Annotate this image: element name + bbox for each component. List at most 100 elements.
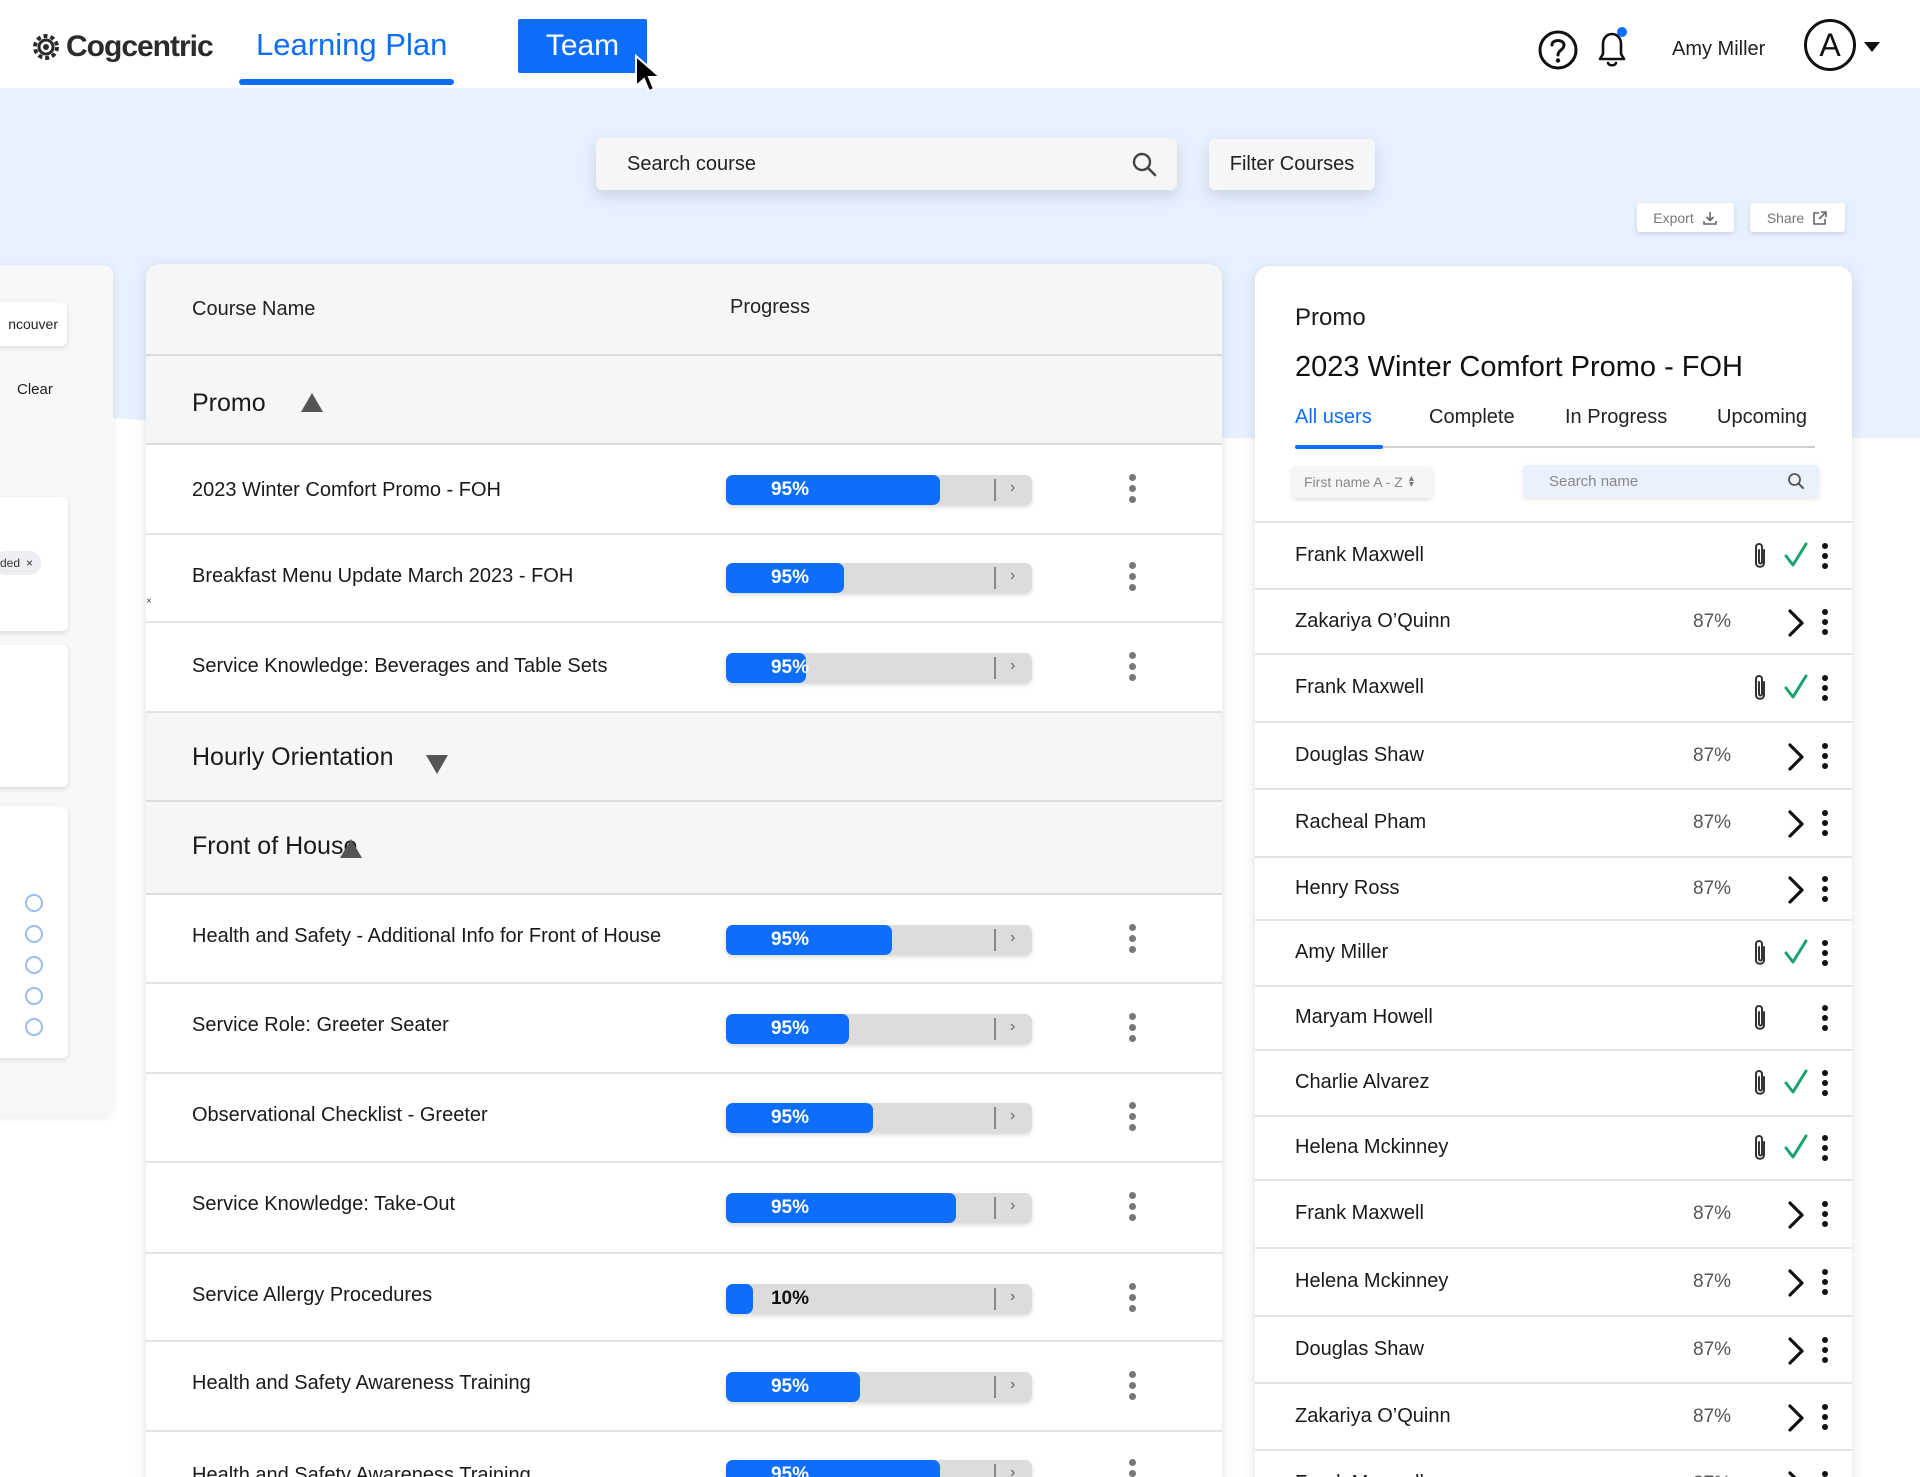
chevron-right-icon[interactable]: ›: [1010, 567, 1015, 585]
more-options-icon[interactable]: [1821, 1135, 1829, 1161]
radio-option[interactable]: [25, 956, 43, 974]
tab-upcoming[interactable]: Upcoming: [1717, 406, 1807, 429]
radio-option[interactable]: [25, 894, 43, 912]
collapse-triangle-icon[interactable]: [301, 393, 323, 412]
more-options-icon[interactable]: [1821, 1471, 1829, 1477]
user-name[interactable]: Douglas Shaw: [1295, 744, 1424, 767]
sort-select[interactable]: First name A - Z ▴ ▾: [1292, 466, 1433, 498]
list-item[interactable]: Douglas Shaw 87%: [1255, 1315, 1852, 1382]
paperclip-icon[interactable]: [1750, 541, 1770, 571]
user-name[interactable]: Charlie Alvarez: [1295, 1071, 1430, 1094]
user-name[interactable]: Helena Mckinney: [1295, 1270, 1448, 1293]
more-options-icon[interactable]: [1126, 562, 1138, 591]
table-row[interactable]: Service Role: Greeter Seater 95% ›: [146, 984, 1222, 1074]
user-name[interactable]: Zakariya O’Quinn: [1295, 610, 1451, 633]
more-options-icon[interactable]: [1821, 1269, 1829, 1295]
chevron-right-icon[interactable]: ›: [1010, 1197, 1015, 1215]
column-header-progress[interactable]: Progress: [730, 296, 810, 319]
chevron-right-icon[interactable]: ›: [1010, 657, 1015, 675]
close-icon[interactable]: ×: [146, 596, 152, 607]
course-name[interactable]: Service Knowledge: Take-Out: [192, 1193, 455, 1216]
list-item[interactable]: Zakariya O’Quinn 87%: [1255, 588, 1852, 653]
chevron-right-icon[interactable]: [1786, 809, 1806, 839]
tab-all-users[interactable]: All users: [1295, 406, 1372, 429]
course-group-header[interactable]: Hourly Orientation: [146, 713, 1222, 802]
name-search-input[interactable]: [1523, 465, 1819, 497]
more-options-icon[interactable]: [1821, 1337, 1829, 1363]
more-options-icon[interactable]: [1821, 940, 1829, 966]
progress-bar[interactable]: 95% ›: [726, 1103, 1032, 1133]
list-item[interactable]: Helena Mckinney 87%: [1255, 1247, 1852, 1315]
progress-bar[interactable]: 95% ›: [726, 1014, 1032, 1044]
more-options-icon[interactable]: [1126, 1283, 1138, 1312]
more-options-icon[interactable]: [1126, 1102, 1138, 1131]
list-item[interactable]: Amy Miller: [1255, 919, 1852, 985]
expand-triangle-icon[interactable]: [426, 755, 448, 774]
table-row[interactable]: Health and Safety Awareness Training 95% ›: [146, 1432, 1222, 1477]
course-name[interactable]: Service Role: Greeter Seater: [192, 1014, 449, 1037]
more-options-icon[interactable]: [1126, 652, 1138, 681]
list-item[interactable]: Frank Maxwell: [1255, 521, 1852, 588]
user-name[interactable]: Maryam Howell: [1295, 1006, 1433, 1029]
more-options-icon[interactable]: [1821, 675, 1829, 701]
more-options-icon[interactable]: [1821, 743, 1829, 769]
chevron-right-icon[interactable]: [1786, 1336, 1806, 1366]
location-chip[interactable]: ncouver: [0, 302, 67, 346]
list-item[interactable]: Frank Maxwell: [1255, 653, 1852, 721]
chevron-right-icon[interactable]: ›: [1010, 1376, 1015, 1394]
search-icon[interactable]: [1131, 151, 1157, 177]
more-options-icon[interactable]: [1821, 1201, 1829, 1227]
more-options-icon[interactable]: [1126, 1371, 1138, 1400]
chevron-right-icon[interactable]: ›: [1010, 1107, 1015, 1125]
chevron-right-icon[interactable]: [1786, 875, 1806, 905]
avatar[interactable]: A: [1804, 19, 1856, 71]
more-options-icon[interactable]: [1821, 609, 1829, 635]
export-button[interactable]: Export: [1637, 203, 1734, 232]
filter-tag[interactable]: ded ×: [0, 551, 42, 575]
list-item[interactable]: Zakariya O’Quinn 87%: [1255, 1382, 1852, 1449]
paperclip-icon[interactable]: [1750, 1133, 1770, 1163]
user-name[interactable]: Helena Mckinney: [1295, 1136, 1448, 1159]
table-row[interactable]: Service Allergy Procedures 10% ›: [146, 1254, 1222, 1342]
course-name[interactable]: Breakfast Menu Update March 2023 - FOH: [192, 565, 573, 588]
search-input[interactable]: [596, 138, 1177, 190]
table-row[interactable]: Breakfast Menu Update March 2023 - FOH 95…: [146, 535, 1222, 623]
chevron-right-icon[interactable]: [1786, 608, 1806, 638]
progress-bar[interactable]: 95% ›: [726, 653, 1032, 683]
paperclip-icon[interactable]: [1750, 1068, 1770, 1098]
course-name[interactable]: Observational Checklist - Greeter: [192, 1104, 488, 1127]
table-row[interactable]: Service Knowledge: Beverages and Table S…: [146, 623, 1222, 713]
tab-in-progress[interactable]: In Progress: [1565, 406, 1667, 429]
user-name[interactable]: Racheal Pham: [1295, 811, 1426, 834]
user-name[interactable]: Zakariya O’Quinn: [1295, 1405, 1451, 1428]
course-name[interactable]: Health and Safety - Additional Info for …: [192, 925, 661, 948]
chevron-right-icon[interactable]: ›: [1010, 1464, 1015, 1477]
progress-bar[interactable]: 10% ›: [726, 1284, 1032, 1314]
chevron-down-icon[interactable]: [1864, 42, 1880, 52]
user-name[interactable]: Frank Maxwell: [1295, 544, 1424, 567]
list-item[interactable]: Henry Ross 87%: [1255, 856, 1852, 919]
user-name[interactable]: Amy Miller: [1295, 941, 1388, 964]
chevron-right-icon[interactable]: ›: [1010, 479, 1015, 497]
nav-tab-team[interactable]: Team: [518, 19, 647, 73]
course-name[interactable]: Health and Safety Awareness Training: [192, 1464, 531, 1477]
collapse-triangle-icon[interactable]: [340, 839, 362, 858]
radio-option[interactable]: [25, 1018, 43, 1036]
chevron-right-icon[interactable]: [1786, 742, 1806, 772]
more-options-icon[interactable]: [1821, 1005, 1829, 1031]
bell-icon[interactable]: [1594, 26, 1630, 70]
more-options-icon[interactable]: [1126, 1459, 1138, 1477]
table-row[interactable]: Service Knowledge: Take-Out 95% ›: [146, 1163, 1222, 1254]
progress-bar[interactable]: 95% ›: [726, 563, 1032, 593]
more-options-icon[interactable]: [1126, 924, 1138, 953]
list-item[interactable]: Douglas Shaw 87%: [1255, 721, 1852, 788]
more-options-icon[interactable]: [1821, 1070, 1829, 1096]
course-name[interactable]: Service Allergy Procedures: [192, 1284, 432, 1307]
course-name[interactable]: Service Knowledge: Beverages and Table S…: [192, 655, 607, 678]
paperclip-icon[interactable]: [1750, 938, 1770, 968]
progress-bar[interactable]: 95% ›: [726, 925, 1032, 955]
current-user-name[interactable]: Amy Miller: [1672, 38, 1765, 61]
nav-tab-learning-plan[interactable]: Learning Plan: [256, 27, 447, 63]
course-name[interactable]: Health and Safety Awareness Training: [192, 1372, 531, 1395]
chevron-right-icon[interactable]: [1786, 1403, 1806, 1433]
